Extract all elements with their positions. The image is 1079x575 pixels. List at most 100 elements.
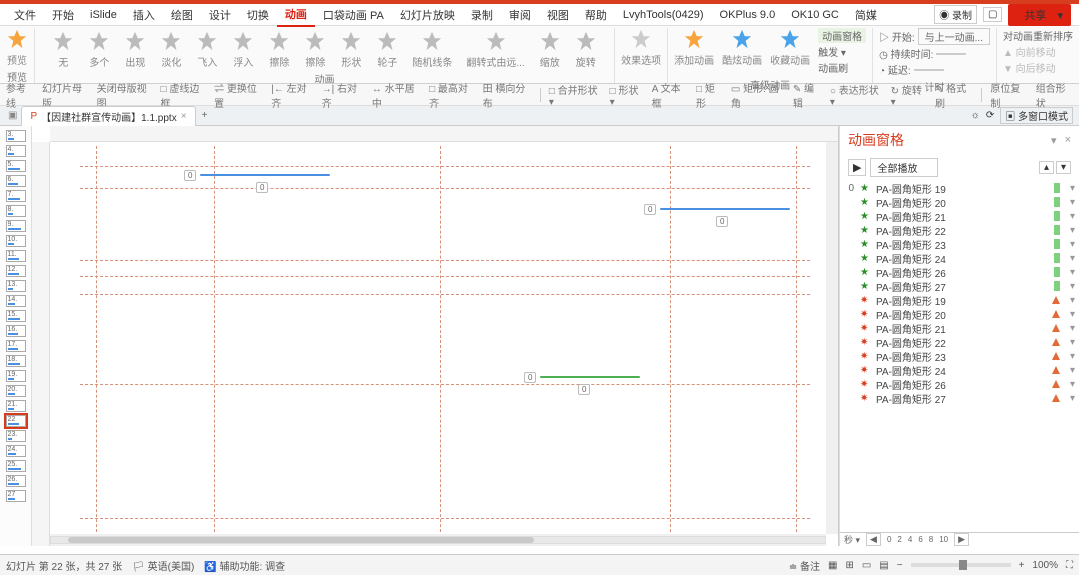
anim-style-item[interactable]: 无 — [52, 30, 74, 69]
view-reading-icon[interactable]: ▭ — [862, 560, 871, 571]
slide-thumb[interactable]: 21. — [6, 400, 26, 412]
qat-item[interactable]: ✎ 格式刷 — [935, 80, 973, 110]
anim-style-item[interactable]: 浮入 — [232, 30, 254, 69]
zoom-out-button[interactable]: − — [897, 560, 903, 571]
view-slideshow-icon[interactable]: ▤ — [879, 560, 888, 571]
view-normal-icon[interactable]: ▦ — [828, 560, 837, 571]
animation-list-item[interactable]: ★PA-圆角矩形 21▾ — [844, 209, 1075, 223]
timing-delay-value[interactable] — [914, 69, 944, 71]
multi-window-button[interactable]: ▣ 多窗口模式 — [1000, 107, 1073, 124]
qat-item[interactable]: ✎ 编辑 — [793, 80, 822, 110]
timeline-next-button[interactable]: ▶ — [954, 533, 969, 546]
animation-list-item[interactable]: ★PA-圆角矩形 23▾ — [844, 237, 1075, 251]
reorder-down-button[interactable]: ▼ 向后移动 — [1003, 60, 1073, 75]
tool-icon[interactable]: ⟳ — [986, 110, 994, 121]
slide-thumb[interactable]: 15. — [6, 310, 26, 322]
anim-style-item[interactable]: 随机线条 — [412, 30, 452, 69]
menu-review[interactable]: 审阅 — [501, 4, 539, 26]
qat-item[interactable]: □ 形状 ▾ — [610, 82, 644, 108]
status-accessibility[interactable]: ♿ 辅助功能: 调查 — [204, 558, 285, 573]
menu-animations[interactable]: 动画 — [277, 3, 315, 27]
record-button[interactable]: ◉ 录制 — [934, 5, 977, 24]
menu-lvyhtools[interactable]: LvyhTools(0429) — [615, 6, 712, 24]
slide-thumb[interactable]: 6. — [6, 175, 26, 187]
move-down-button[interactable]: ▾ — [1056, 161, 1071, 174]
menu-record[interactable]: 录制 — [463, 4, 501, 26]
timing-duration-value[interactable] — [936, 53, 966, 55]
qat-item[interactable]: A 文本框 — [652, 80, 688, 110]
timing-start-value[interactable]: 与上一动画... — [918, 28, 990, 45]
notes-button[interactable]: ≐ 备注 — [789, 558, 820, 573]
slide-thumb[interactable]: 20. — [6, 385, 26, 397]
file-tab-active[interactable]: P 【因建社群宣传动画】1.1.pptx × — [21, 106, 195, 126]
menu-okplus[interactable]: OKPlus 9.0 — [712, 6, 784, 24]
slide-thumbnails[interactable]: 3.4.5.6.7.8.9.10.11.12.13.14.15.16.17.18… — [0, 126, 32, 546]
play-all-label[interactable]: 全部播放 — [870, 158, 938, 177]
slide-thumb[interactable]: 11. — [6, 250, 26, 262]
qat-item[interactable]: □ 矩形 — [696, 80, 723, 110]
menu-home[interactable]: 开始 — [44, 4, 82, 26]
menu-draw[interactable]: 绘图 — [163, 4, 201, 26]
scrollbar-horizontal[interactable] — [50, 534, 826, 546]
slide-thumb[interactable]: 13. — [6, 280, 26, 292]
animation-list-item[interactable]: ★PA-圆角矩形 20▾ — [844, 195, 1075, 209]
menu-pa[interactable]: 口袋动画 PA — [315, 4, 392, 26]
slide-thumb[interactable]: 16. — [6, 325, 26, 337]
menu-transitions[interactable]: 切换 — [239, 4, 277, 26]
menu-file[interactable]: 文件 — [6, 4, 44, 26]
reorder-up-button[interactable]: ▲ 向前移动 — [1003, 44, 1073, 59]
anim-style-item[interactable]: 多个 — [88, 30, 110, 69]
menu-insert[interactable]: 插入 — [125, 4, 163, 26]
menu-islide[interactable]: iSlide — [82, 6, 125, 24]
move-up-button[interactable]: ▴ — [1039, 161, 1054, 174]
slide-thumb[interactable]: 7. — [6, 190, 26, 202]
share-button[interactable]: 共享 ▾ — [1008, 4, 1071, 26]
animation-list-item[interactable]: ✷PA-圆角矩形 23▾ — [844, 349, 1075, 363]
slide-thumb[interactable]: 9. — [6, 220, 26, 232]
animation-list-item[interactable]: ✷PA-圆角矩形 21▾ — [844, 321, 1075, 335]
anim-style-item[interactable]: 旋转 — [575, 30, 597, 69]
qat-item[interactable]: □ 最高对齐 — [429, 80, 475, 110]
timeline-prev-button[interactable]: ◀ — [866, 533, 881, 546]
qat-item[interactable]: 田 横向分布 — [483, 80, 532, 110]
animation-painter-button[interactable]: 动画刷 — [818, 60, 866, 75]
animation-list-item[interactable]: ✷PA-圆角矩形 20▾ — [844, 307, 1075, 321]
add-animation-button[interactable]: 添加动画 — [674, 28, 714, 75]
slide-thumb[interactable]: 8. — [6, 205, 26, 217]
trigger-button[interactable]: 触发 ▾ — [818, 44, 866, 59]
slide-thumb[interactable]: 24. — [6, 445, 26, 457]
animation-list-item[interactable]: 0★PA-圆角矩形 19▾ — [844, 181, 1075, 195]
animation-list[interactable]: 0★PA-圆角矩形 19▾★PA-圆角矩形 20▾★PA-圆角矩形 21▾ ★PA… — [840, 181, 1079, 532]
animation-list-item[interactable]: ★PA-圆角矩形 24▾ — [844, 251, 1075, 265]
qat-item[interactable]: ↻ 旋转 ▾ — [891, 82, 927, 108]
close-tab-icon[interactable]: × — [181, 111, 187, 122]
anim-style-item[interactable]: 缩放 — [539, 30, 561, 69]
preview-button[interactable]: 预览 — [6, 28, 28, 67]
animation-list-item[interactable]: ★PA-圆角矩形 27▾ — [844, 279, 1075, 293]
animation-pane-toggle[interactable]: 动画窗格 — [818, 28, 866, 43]
zoom-slider[interactable] — [911, 563, 1011, 567]
slide-thumb[interactable]: 27 — [6, 490, 26, 502]
qat-item[interactable]: ▭ 矩形: 圆角 — [731, 80, 785, 110]
anim-style-item[interactable]: 擦除 — [268, 30, 290, 69]
slide[interactable]: 0 0 0 0 0 0 0 0 — [80, 146, 810, 534]
slide-thumb[interactable]: 23. — [6, 430, 26, 442]
slide-thumb[interactable]: 14. — [6, 295, 26, 307]
fit-window-button[interactable]: ⛶ — [1066, 560, 1073, 571]
qat-item[interactable]: ○ 表达形状 ▾ — [830, 82, 883, 108]
qat-item[interactable]: →| 右对齐 — [322, 80, 364, 110]
anim-style-item[interactable]: 出现 — [124, 30, 146, 69]
scrollbar-vertical[interactable] — [826, 142, 838, 534]
anim-style-item[interactable]: 擦除 — [304, 30, 326, 69]
slide-thumb[interactable]: 25. — [6, 460, 26, 472]
anim-style-item[interactable]: 飞入 — [196, 30, 218, 69]
menu-jianmei[interactable]: 简媒 — [847, 4, 885, 26]
slide-thumb[interactable]: 10. — [6, 235, 26, 247]
animation-list-item[interactable]: ✷PA-圆角矩形 19▾ — [844, 293, 1075, 307]
animation-list-item[interactable]: ✷PA-圆角矩形 26▾ — [844, 377, 1075, 391]
qat-item[interactable]: |← 左对齐 — [271, 80, 313, 110]
qat-item[interactable]: ⇌ 更换位置 — [214, 80, 263, 110]
fav-anim-button[interactable]: 收藏动画 — [770, 28, 810, 75]
slide-thumb[interactable]: 17. — [6, 340, 26, 352]
effect-options-button[interactable]: 效果选项 — [621, 28, 661, 67]
